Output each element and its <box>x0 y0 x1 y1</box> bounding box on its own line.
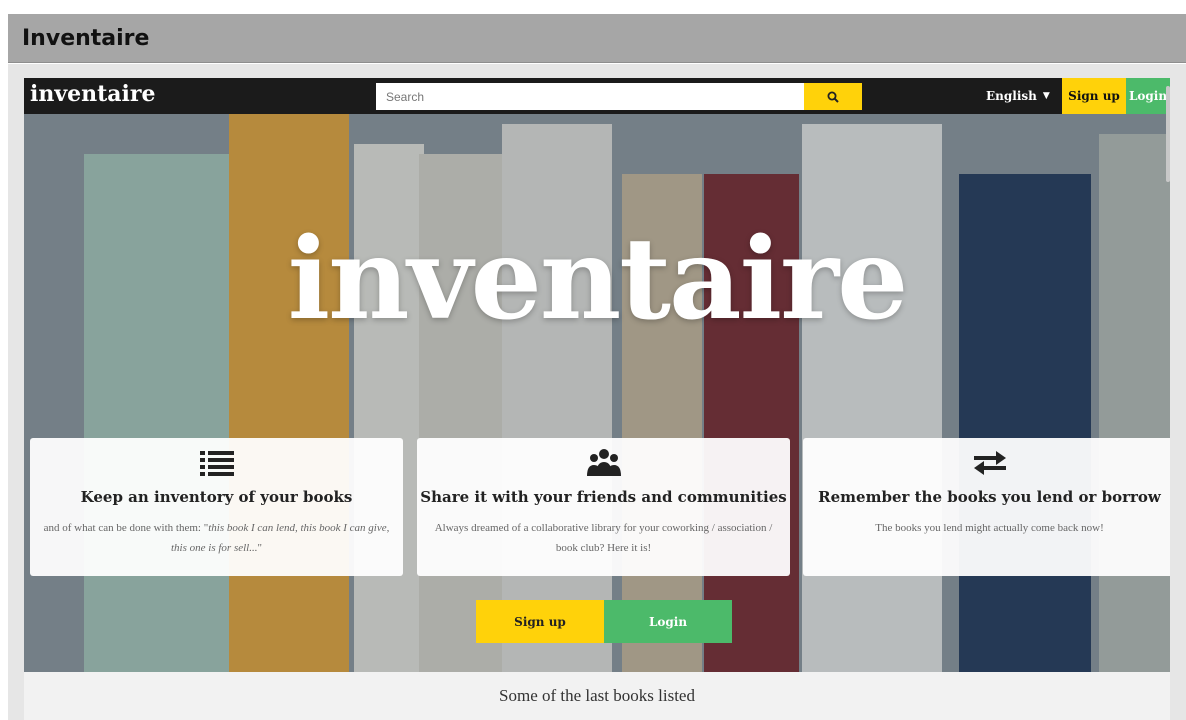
last-books-section: Some of the last books listed <box>24 672 1170 720</box>
window-title: Inventaire <box>22 25 150 51</box>
feature-description: Always dreamed of a collaborative librar… <box>434 522 773 554</box>
top-navbar: inventaire English ▼ Sign up Login <box>24 78 1170 114</box>
page-viewport: inventaire English ▼ Sign up Login <box>24 78 1170 720</box>
feature-title: Keep an inventory of your books <box>80 488 353 506</box>
hero-section: inventaire Keep an inventory of your boo… <box>24 114 1170 672</box>
caret-down-icon: ▼ <box>1042 91 1050 101</box>
hero-login-button[interactable]: Login <box>604 600 732 643</box>
hero-overlay <box>24 114 1170 672</box>
last-books-heading: Some of the last books listed <box>499 686 695 705</box>
page-scrollbar[interactable] <box>1166 86 1172 720</box>
exchange-icon <box>973 451 1006 475</box>
feature-card-lend: Remember the books you lend or borrow Th… <box>803 438 1170 576</box>
feature-desc-prefix: and of what can be done with them: " <box>43 522 209 534</box>
site-logo[interactable]: inventaire <box>30 81 156 107</box>
language-selector[interactable]: English ▼ <box>986 78 1050 114</box>
search-input[interactable] <box>376 83 804 110</box>
search-button[interactable] <box>804 83 862 110</box>
browser-frame: inventaire English ▼ Sign up Login <box>8 64 1186 720</box>
feature-desc-suffix: " <box>257 542 262 554</box>
window-title-bar: Inventaire <box>8 14 1186 63</box>
list-icon <box>199 451 234 476</box>
feature-card-share: Share it with your friends and communiti… <box>417 438 790 576</box>
nav-signup-button[interactable]: Sign up <box>1062 78 1126 114</box>
feature-title: Remember the books you lend or borrow <box>818 488 1161 506</box>
hero-title: inventaire <box>287 214 909 345</box>
search-bar <box>376 83 862 110</box>
scrollbar-thumb[interactable] <box>1166 86 1170 182</box>
search-icon <box>827 91 839 103</box>
users-icon <box>586 449 621 476</box>
feature-card-inventory: Keep an inventory of your books and of w… <box>30 438 403 576</box>
feature-description: and of what can be done with them: "this… <box>36 518 397 558</box>
feature-description: The books you lend might actually come b… <box>875 522 1104 534</box>
language-label: English <box>986 89 1037 103</box>
nav-login-button[interactable]: Login <box>1126 78 1170 114</box>
hero-signup-button[interactable]: Sign up <box>476 600 604 643</box>
feature-title: Share it with your friends and communiti… <box>420 488 787 506</box>
